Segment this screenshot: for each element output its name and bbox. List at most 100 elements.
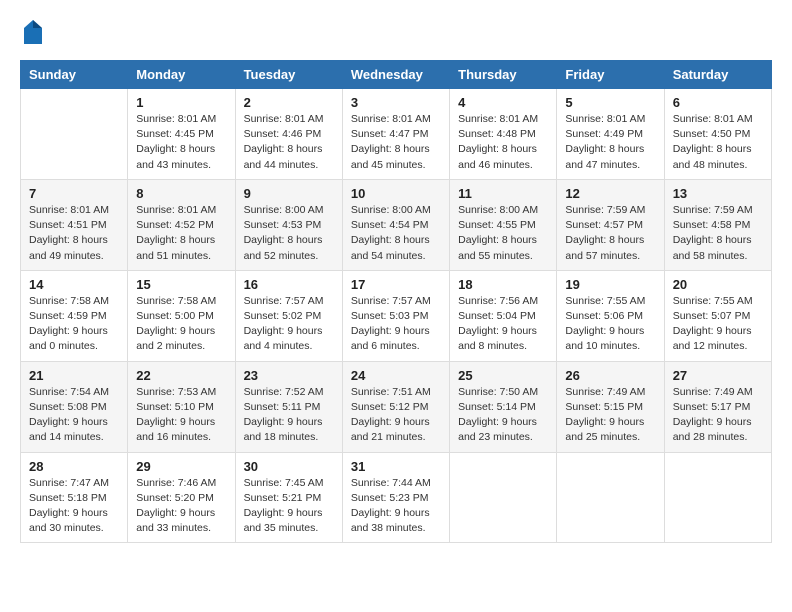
week-row-1: 7 Sunrise: 8:01 AM Sunset: 4:51 PM Daylig…: [21, 179, 772, 270]
day-number: 22: [136, 368, 226, 383]
day-info: Sunrise: 7:55 AM Sunset: 5:07 PM Dayligh…: [673, 294, 763, 355]
calendar-cell: 25 Sunrise: 7:50 AM Sunset: 5:14 PM Dayli…: [450, 361, 557, 452]
day-number: 26: [565, 368, 655, 383]
day-number: 14: [29, 277, 119, 292]
day-info: Sunrise: 8:00 AM Sunset: 4:53 PM Dayligh…: [244, 203, 334, 264]
day-number: 27: [673, 368, 763, 383]
day-info: Sunrise: 7:46 AM Sunset: 5:20 PM Dayligh…: [136, 476, 226, 537]
calendar-cell: 22 Sunrise: 7:53 AM Sunset: 5:10 PM Dayli…: [128, 361, 235, 452]
day-number: 16: [244, 277, 334, 292]
day-info: Sunrise: 8:01 AM Sunset: 4:49 PM Dayligh…: [565, 112, 655, 173]
calendar-cell: 10 Sunrise: 8:00 AM Sunset: 4:54 PM Dayli…: [342, 179, 449, 270]
day-info: Sunrise: 7:47 AM Sunset: 5:18 PM Dayligh…: [29, 476, 119, 537]
calendar-cell: 16Sunrise: 7:57 AM Sunset: 5:02 PM Dayli…: [235, 270, 342, 361]
day-number: 28: [29, 459, 119, 474]
day-number: 15: [136, 277, 226, 292]
day-info: Sunrise: 7:55 AM Sunset: 5:06 PM Dayligh…: [565, 294, 655, 355]
day-number: 9: [244, 186, 334, 201]
header-day-wednesday: Wednesday: [342, 61, 449, 89]
calendar-cell: 12Sunrise: 7:59 AM Sunset: 4:57 PM Dayli…: [557, 179, 664, 270]
day-info: Sunrise: 8:01 AM Sunset: 4:48 PM Dayligh…: [458, 112, 548, 173]
calendar-cell: 31 Sunrise: 7:44 AM Sunset: 5:23 PM Dayli…: [342, 452, 449, 543]
header-day-thursday: Thursday: [450, 61, 557, 89]
calendar-cell: 7 Sunrise: 8:01 AM Sunset: 4:51 PM Daylig…: [21, 179, 128, 270]
header-day-friday: Friday: [557, 61, 664, 89]
header-row: SundayMondayTuesdayWednesdayThursdayFrid…: [21, 61, 772, 89]
day-info: Sunrise: 8:01 AM Sunset: 4:45 PM Dayligh…: [136, 112, 226, 173]
day-number: 19: [565, 277, 655, 292]
calendar-cell: 30 Sunrise: 7:45 AM Sunset: 5:21 PM Dayli…: [235, 452, 342, 543]
calendar-cell: 24 Sunrise: 7:51 AM Sunset: 5:12 PM Dayli…: [342, 361, 449, 452]
day-info: Sunrise: 8:01 AM Sunset: 4:51 PM Dayligh…: [29, 203, 119, 264]
day-info: Sunrise: 7:49 AM Sunset: 5:17 PM Dayligh…: [673, 385, 763, 446]
day-info: Sunrise: 7:51 AM Sunset: 5:12 PM Dayligh…: [351, 385, 441, 446]
calendar-cell: 26 Sunrise: 7:49 AM Sunset: 5:15 PM Dayli…: [557, 361, 664, 452]
calendar-cell: 29Sunrise: 7:46 AM Sunset: 5:20 PM Dayli…: [128, 452, 235, 543]
header-day-sunday: Sunday: [21, 61, 128, 89]
day-number: 4: [458, 95, 548, 110]
day-info: Sunrise: 7:53 AM Sunset: 5:10 PM Dayligh…: [136, 385, 226, 446]
logo: [20, 20, 44, 44]
day-info: Sunrise: 8:01 AM Sunset: 4:52 PM Dayligh…: [136, 203, 226, 264]
day-number: 25: [458, 368, 548, 383]
calendar-cell: 14 Sunrise: 7:58 AM Sunset: 4:59 PM Dayli…: [21, 270, 128, 361]
calendar-cell: [664, 452, 771, 543]
day-number: 18: [458, 277, 548, 292]
day-number: 11: [458, 186, 548, 201]
calendar-cell: 4 Sunrise: 8:01 AM Sunset: 4:48 PM Daylig…: [450, 89, 557, 180]
calendar-cell: 1 Sunrise: 8:01 AM Sunset: 4:45 PM Daylig…: [128, 89, 235, 180]
calendar-header: SundayMondayTuesdayWednesdayThursdayFrid…: [21, 61, 772, 89]
week-row-3: 21Sunrise: 7:54 AM Sunset: 5:08 PM Dayli…: [21, 361, 772, 452]
day-info: Sunrise: 7:50 AM Sunset: 5:14 PM Dayligh…: [458, 385, 548, 446]
day-number: 12: [565, 186, 655, 201]
day-info: Sunrise: 7:58 AM Sunset: 4:59 PM Dayligh…: [29, 294, 119, 355]
day-info: Sunrise: 7:44 AM Sunset: 5:23 PM Dayligh…: [351, 476, 441, 537]
calendar-cell: 9 Sunrise: 8:00 AM Sunset: 4:53 PM Daylig…: [235, 179, 342, 270]
day-number: 17: [351, 277, 441, 292]
day-number: 2: [244, 95, 334, 110]
calendar-cell: [21, 89, 128, 180]
calendar-cell: 19 Sunrise: 7:55 AM Sunset: 5:06 PM Dayli…: [557, 270, 664, 361]
calendar-body: 1 Sunrise: 8:01 AM Sunset: 4:45 PM Daylig…: [21, 89, 772, 543]
day-number: 10: [351, 186, 441, 201]
day-number: 20: [673, 277, 763, 292]
calendar-cell: 23Sunrise: 7:52 AM Sunset: 5:11 PM Dayli…: [235, 361, 342, 452]
calendar-cell: 2 Sunrise: 8:01 AM Sunset: 4:46 PM Daylig…: [235, 89, 342, 180]
week-row-4: 28 Sunrise: 7:47 AM Sunset: 5:18 PM Dayli…: [21, 452, 772, 543]
calendar-cell: 3Sunrise: 8:01 AM Sunset: 4:47 PM Daylig…: [342, 89, 449, 180]
day-number: 13: [673, 186, 763, 201]
calendar-cell: 21Sunrise: 7:54 AM Sunset: 5:08 PM Dayli…: [21, 361, 128, 452]
calendar-cell: 17Sunrise: 7:57 AM Sunset: 5:03 PM Dayli…: [342, 270, 449, 361]
day-number: 7: [29, 186, 119, 201]
calendar-cell: 20 Sunrise: 7:55 AM Sunset: 5:07 PM Dayli…: [664, 270, 771, 361]
day-number: 31: [351, 459, 441, 474]
week-row-0: 1 Sunrise: 8:01 AM Sunset: 4:45 PM Daylig…: [21, 89, 772, 180]
day-info: Sunrise: 8:00 AM Sunset: 4:54 PM Dayligh…: [351, 203, 441, 264]
calendar-cell: 8Sunrise: 8:01 AM Sunset: 4:52 PM Daylig…: [128, 179, 235, 270]
day-info: Sunrise: 7:49 AM Sunset: 5:15 PM Dayligh…: [565, 385, 655, 446]
calendar-cell: 27 Sunrise: 7:49 AM Sunset: 5:17 PM Dayli…: [664, 361, 771, 452]
day-number: 24: [351, 368, 441, 383]
day-number: 21: [29, 368, 119, 383]
day-info: Sunrise: 7:45 AM Sunset: 5:21 PM Dayligh…: [244, 476, 334, 537]
calendar-cell: 18Sunrise: 7:56 AM Sunset: 5:04 PM Dayli…: [450, 270, 557, 361]
day-number: 30: [244, 459, 334, 474]
header-day-saturday: Saturday: [664, 61, 771, 89]
week-row-2: 14 Sunrise: 7:58 AM Sunset: 4:59 PM Dayli…: [21, 270, 772, 361]
day-number: 5: [565, 95, 655, 110]
page-header: [20, 20, 772, 44]
day-number: 1: [136, 95, 226, 110]
day-info: Sunrise: 8:00 AM Sunset: 4:55 PM Dayligh…: [458, 203, 548, 264]
calendar-cell: 5 Sunrise: 8:01 AM Sunset: 4:49 PM Daylig…: [557, 89, 664, 180]
calendar-cell: [450, 452, 557, 543]
day-number: 6: [673, 95, 763, 110]
day-number: 3: [351, 95, 441, 110]
calendar-cell: 11 Sunrise: 8:00 AM Sunset: 4:55 PM Dayli…: [450, 179, 557, 270]
day-info: Sunrise: 7:59 AM Sunset: 4:58 PM Dayligh…: [673, 203, 763, 264]
calendar-cell: [557, 452, 664, 543]
day-info: Sunrise: 8:01 AM Sunset: 4:46 PM Dayligh…: [244, 112, 334, 173]
day-info: Sunrise: 7:58 AM Sunset: 5:00 PM Dayligh…: [136, 294, 226, 355]
calendar-cell: 15 Sunrise: 7:58 AM Sunset: 5:00 PM Dayli…: [128, 270, 235, 361]
day-number: 23: [244, 368, 334, 383]
calendar-cell: 6Sunrise: 8:01 AM Sunset: 4:50 PM Daylig…: [664, 89, 771, 180]
